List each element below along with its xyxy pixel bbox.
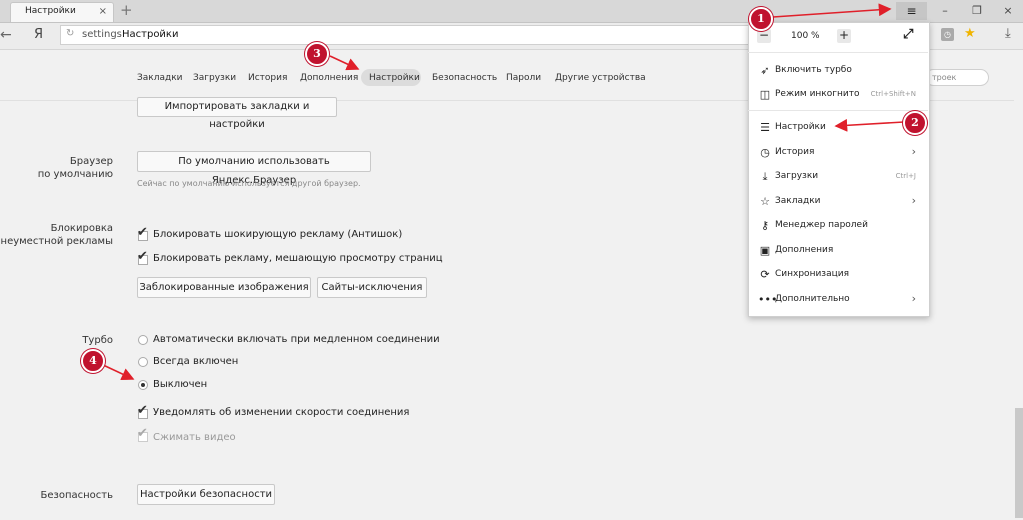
callout-arrow-1: [772, 3, 892, 18]
callout-arrow-3: [329, 55, 360, 71]
callout-badge-4: 4: [81, 349, 105, 373]
callout-badge-1: 1: [749, 7, 773, 31]
callout-badge-3: 3: [305, 42, 329, 66]
callout-arrow-2: [834, 118, 905, 132]
callout-arrows: [100, 3, 905, 381]
callout-arrow-4: [100, 363, 135, 381]
callout-badge-2: 2: [903, 111, 927, 135]
